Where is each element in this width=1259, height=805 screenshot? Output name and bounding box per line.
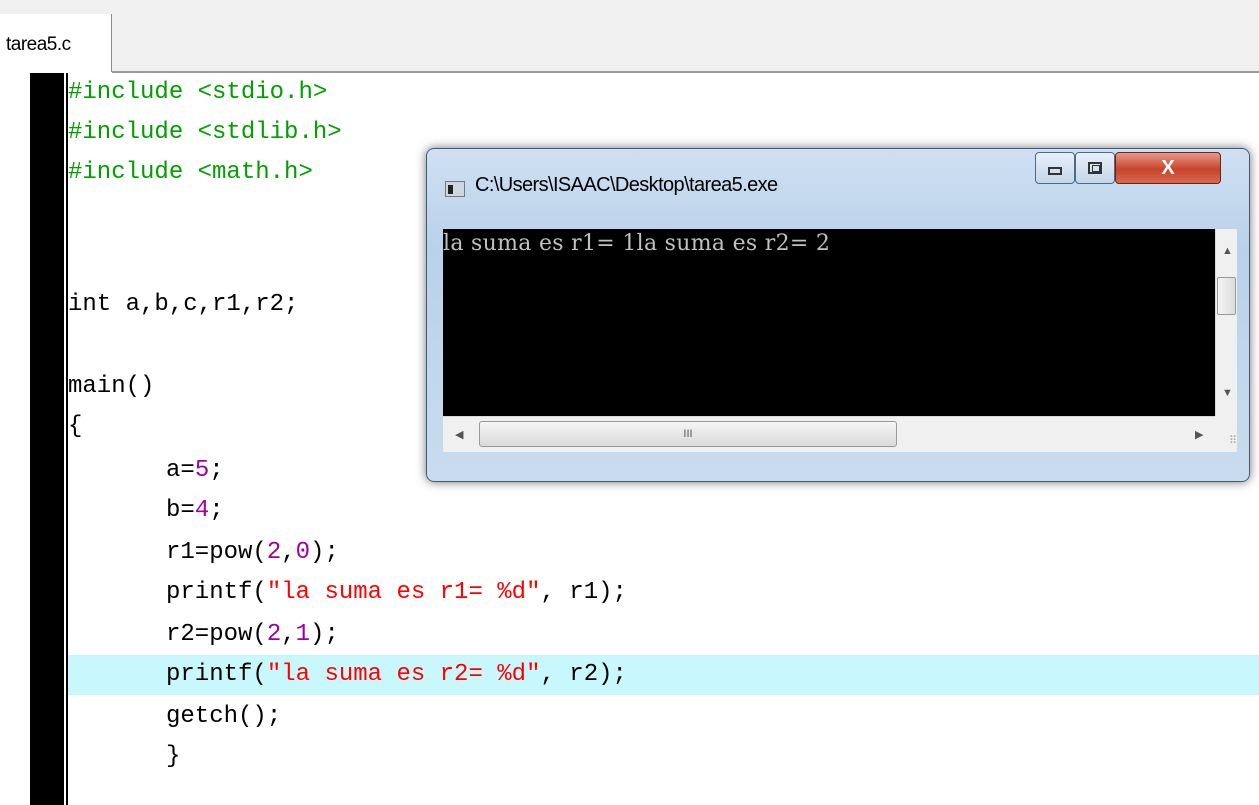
token: , <box>281 621 296 648</box>
maximize-button[interactable] <box>1075 152 1115 184</box>
code-text: #include <stdlib.h> <box>68 119 342 146</box>
gutter-bar <box>30 73 64 805</box>
scroll-left-icon[interactable]: ◀ <box>455 429 463 441</box>
scroll-down-icon[interactable]: ▼ <box>1222 387 1233 399</box>
code-text: #include <math.h> <box>68 159 313 186</box>
code-text: printf("la suma es r2= %d", r2); <box>68 661 627 688</box>
token: ); <box>310 539 339 566</box>
console-app-icon[interactable] <box>445 181 465 197</box>
horizontal-scrollbar[interactable]: ◀ III ▶ <box>443 416 1215 452</box>
vertical-scrollbar[interactable]: ▲ ▼ <box>1215 229 1237 416</box>
code-text: b=4; <box>68 497 224 524</box>
code-text: int a,b,c,r1,r2; <box>68 291 298 318</box>
token: getch(); <box>166 703 282 730</box>
token: printf( <box>166 661 267 688</box>
horizontal-scroll-thumb[interactable]: III <box>479 421 897 447</box>
token: r2=pow( <box>166 621 267 648</box>
code-line[interactable]: printf("la suma es r1= %d", r1); <box>68 573 1259 613</box>
token: { <box>68 413 83 440</box>
code-text: printf("la suma es r1= %d", r1); <box>68 579 627 606</box>
code-text: { <box>68 413 82 440</box>
code-line[interactable]: r2=pow(2,1); <box>68 615 1259 655</box>
code-text: main() <box>68 373 154 400</box>
tab-tarea5[interactable]: tarea5.c <box>0 14 112 72</box>
token-num: 5 <box>194 457 210 484</box>
console-output-area[interactable]: la suma es r1= 1la suma es r2= 2 <box>443 229 1215 416</box>
scroll-up-icon[interactable]: ▲ <box>1222 245 1233 257</box>
code-line[interactable]: r1=pow(2,0); <box>68 533 1259 573</box>
token-pp: #include <math.h> <box>68 159 313 186</box>
token: } <box>166 743 181 770</box>
token: ; <box>209 497 224 524</box>
token: ); <box>310 621 339 648</box>
tab-label: tarea5.c <box>6 34 71 55</box>
token: r1=pow( <box>166 539 267 566</box>
vertical-scroll-thumb[interactable] <box>1217 277 1236 315</box>
resize-grip-icon[interactable]: ⠿ <box>1215 416 1237 452</box>
code-line[interactable]: } <box>68 737 1259 777</box>
minimize-icon <box>1048 167 1062 175</box>
console-window-title: C:\Users\ISAAC\Desktop\tarea5.exe <box>475 174 778 196</box>
token: printf( <box>166 579 267 606</box>
token: b= <box>166 497 195 524</box>
token: , r2); <box>540 661 627 688</box>
token-num: 0 <box>295 539 311 566</box>
code-line[interactable]: b=4; <box>68 491 1259 531</box>
token-str: "la suma es r2= %d" <box>266 661 541 688</box>
close-icon: X <box>1161 156 1175 179</box>
token-str: "la suma es r1= %d" <box>266 579 541 606</box>
token-num: 1 <box>295 621 311 648</box>
code-text: r2=pow(2,1); <box>68 621 339 648</box>
code-text: } <box>68 743 180 770</box>
token: , <box>281 539 296 566</box>
token: ; <box>209 457 224 484</box>
token: a= <box>166 457 195 484</box>
code-line-current[interactable]: printf("la suma es r2= %d", r2); <box>68 655 1259 695</box>
close-button[interactable]: X <box>1115 152 1221 184</box>
token: main() <box>68 373 155 400</box>
token-num: 2 <box>266 539 282 566</box>
token: , r1); <box>540 579 627 606</box>
scroll-grip-icon: III <box>683 428 693 440</box>
token-pp: #include <stdlib.h> <box>68 119 342 146</box>
editor-gutter <box>0 73 66 805</box>
token-num: 2 <box>266 621 282 648</box>
code-line[interactable]: #include <stdlib.h> <box>68 113 1259 153</box>
console-window[interactable]: C:\Users\ISAAC\Desktop\tarea5.exe X la s… <box>426 148 1250 482</box>
code-text: getch(); <box>68 703 281 730</box>
editor-tab-bar: tarea5.c <box>0 0 1259 72</box>
scroll-right-icon[interactable]: ▶ <box>1195 429 1203 441</box>
code-text: r1=pow(2,0); <box>68 539 339 566</box>
maximize-icon <box>1088 162 1102 174</box>
token-pp: #include <stdio.h> <box>68 79 328 106</box>
token: int a,b,c,r1,r2; <box>68 291 299 318</box>
console-output: la suma es r1= 1la suma es r2= 2 <box>443 231 831 256</box>
token-num: 4 <box>194 497 210 524</box>
code-text: a=5; <box>68 457 224 484</box>
minimize-button[interactable] <box>1035 152 1075 184</box>
code-text: #include <stdio.h> <box>68 79 327 106</box>
code-line[interactable]: getch(); <box>68 697 1259 737</box>
code-line[interactable]: #include <stdio.h> <box>68 73 1259 113</box>
